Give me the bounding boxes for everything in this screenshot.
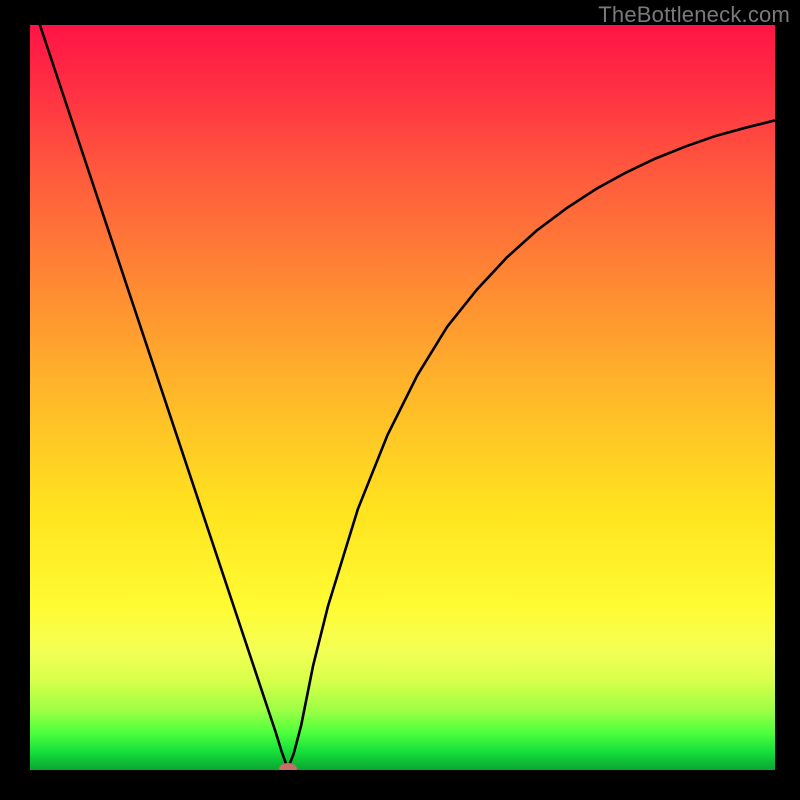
min-dot [279, 763, 297, 771]
chart-frame: TheBottleneck.com [0, 0, 800, 800]
watermark-text: TheBottleneck.com [598, 2, 790, 28]
plot-area [30, 25, 775, 770]
bottleneck-curve [30, 25, 775, 769]
curve-svg [30, 25, 775, 770]
